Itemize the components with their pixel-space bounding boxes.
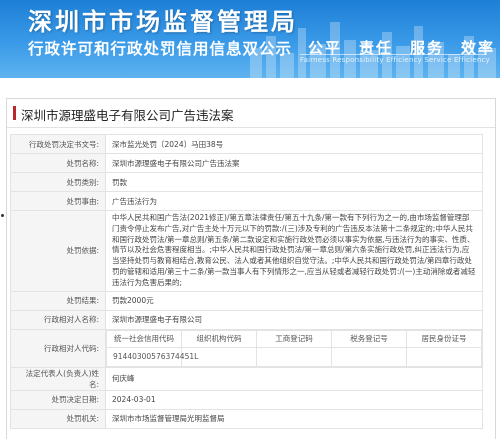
field-value-category: 罚款	[105, 172, 483, 192]
field-label-decision-date: 处罚决定日期:	[10, 389, 106, 410]
site-slogan-english: Fairness Responsibility Efficiency Servi…	[300, 56, 490, 64]
page-title: 深圳市源理盛电子有限公司广告违法案	[21, 108, 234, 123]
field-label-category: 处罚类别:	[10, 172, 106, 192]
field-value-basis: 中华人民共和国广告法(2021修正)/第五章法律责任/第五十九条/第一款有下列行…	[105, 210, 483, 292]
slogan-divider	[300, 54, 486, 55]
panel-header: 深圳市源理盛电子有限公司广告违法案	[7, 99, 495, 128]
code-value-id	[406, 346, 482, 367]
codes-cell: 统一社会信用代码 组织机构代码 工商登记码 税务登记号 居民身份证号 91440…	[105, 328, 483, 368]
table-row: 行政相对人代码: 统一社会信用代码 组织机构代码 工商登记码 税务登记号 居民身…	[10, 328, 483, 368]
code-header-org: 组织机构代码	[181, 329, 257, 348]
field-value-legal-rep: 何庆峰	[105, 366, 483, 391]
table-row: 处罚依据: 中华人民共和国广告法(2021修正)/第五章法律责任/第五十九条/第…	[10, 210, 483, 292]
code-value-business	[256, 346, 332, 367]
code-header-tax: 税务登记号	[331, 329, 407, 348]
table-row: 法定代表人(负责人)姓名: 何庆峰	[10, 366, 483, 391]
code-header-business: 工商登记码	[256, 329, 332, 348]
field-label-cause: 处罚事由:	[10, 191, 106, 211]
case-detail-table: 行政处罚决定书文号: 深市监光处罚〔2024〕马田38号 处罚名称: 深圳市源理…	[10, 134, 483, 429]
table-row: 行政相对人名称: 深圳市源理盛电子有限公司	[10, 309, 483, 330]
table-row: 处罚结果: 罚款2000元	[10, 290, 483, 311]
codes-subtable: 统一社会信用代码 组织机构代码 工商登记码 税务登记号 居民身份证号 91440…	[106, 329, 482, 367]
field-label-party: 行政相对人名称:	[10, 309, 106, 330]
code-value-tax	[331, 346, 407, 367]
code-header-credit: 统一社会信用代码	[106, 329, 182, 348]
field-value-authority: 深圳市市场监督管理局光明监督局	[105, 408, 483, 429]
table-row: 处罚机关: 深圳市市场监督管理局光明监督局	[10, 408, 483, 429]
field-value-decision-date: 2024-03-01	[105, 389, 483, 410]
field-label-basis: 处罚依据:	[10, 210, 106, 292]
field-label-authority: 处罚机关:	[10, 408, 106, 429]
table-row: 处罚事由: 广告违法行为	[10, 191, 483, 211]
field-value-cause: 广告违法行为	[105, 191, 483, 211]
field-label-codes: 行政相对人代码:	[10, 328, 106, 368]
table-row: 处罚名称: 深圳市源理盛电子有限公司广告违法案	[10, 153, 483, 173]
field-value-decision-no: 深市监光处罚〔2024〕马田38号	[105, 134, 483, 154]
field-value-case-name: 深圳市源理盛电子有限公司广告违法案	[105, 153, 483, 173]
table-row: 处罚决定日期: 2024-03-01	[10, 389, 483, 410]
field-value-result: 罚款2000元	[105, 290, 483, 311]
field-value-party: 深圳市源理盛电子有限公司	[105, 309, 483, 330]
field-label-decision-no: 行政处罚决定书文号:	[10, 134, 106, 154]
table-row: 处罚类别: 罚款	[10, 172, 483, 192]
field-label-legal-rep: 法定代表人(负责人)姓名:	[10, 366, 106, 391]
header-accent-bar	[13, 106, 16, 120]
site-subtitle: 行政许可和行政处罚信用信息双公示	[28, 40, 293, 58]
bullet-dot	[1, 214, 4, 217]
site-title: 深圳市市场监督管理局	[28, 8, 298, 36]
code-value-credit: 91440300576374451L	[106, 346, 198, 367]
field-label-case-name: 处罚名称:	[10, 153, 106, 173]
field-label-result: 处罚结果:	[10, 290, 106, 311]
table-row: 行政处罚决定书文号: 深市监光处罚〔2024〕马田38号	[10, 134, 483, 154]
code-header-id: 居民身份证号	[406, 329, 482, 348]
site-banner: 深圳市市场监督管理局 行政许可和行政处罚信用信息双公示 公平 责任 服务 效率 …	[0, 0, 500, 78]
